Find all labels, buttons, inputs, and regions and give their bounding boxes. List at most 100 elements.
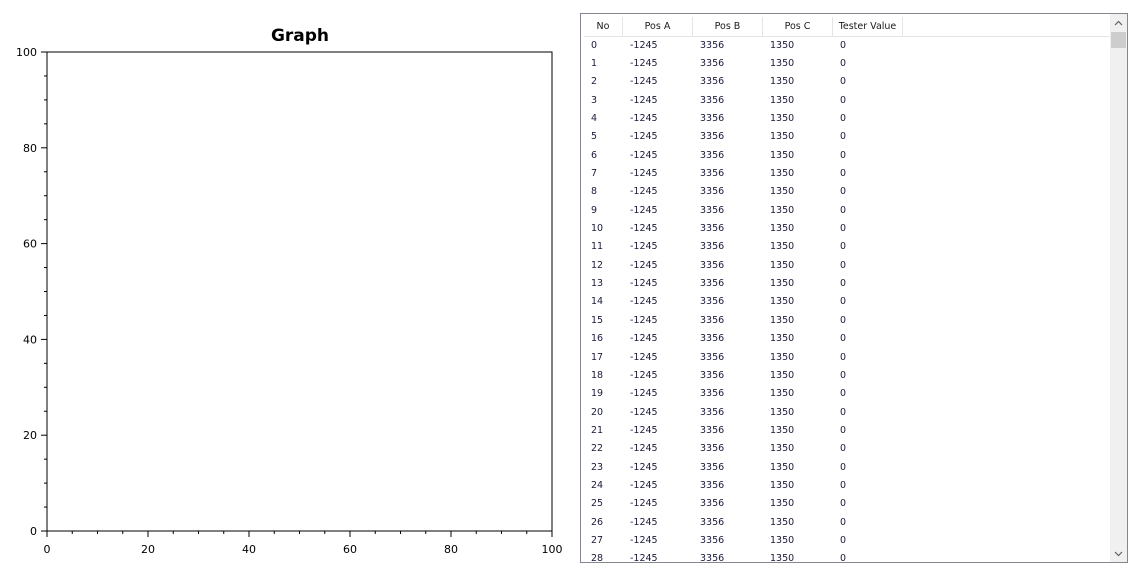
cell-pos-b: 3356 (700, 259, 725, 271)
cell-no: 28 (591, 553, 604, 562)
cell-pos-b: 3356 (700, 168, 725, 180)
cell-tester-value: 0 (840, 223, 847, 235)
y-tick-label: 80 (23, 142, 37, 155)
table-row[interactable]: 23 -1245 3356 1350 0 (584, 458, 1111, 476)
cell-no: 20 (591, 406, 604, 418)
cell-pos-c: 1350 (770, 223, 795, 235)
table-row[interactable]: 17 -1245 3356 1350 0 (584, 348, 1111, 366)
cell-no: 7 (591, 168, 598, 180)
data-list-view[interactable]: No Pos A Pos B Pos C Tester Value 0 -1245… (580, 13, 1128, 563)
cell-pos-a: -1245 (630, 76, 658, 88)
cell-tester-value: 0 (840, 58, 847, 70)
cell-pos-b: 3356 (700, 296, 725, 308)
cell-no: 26 (591, 516, 604, 528)
cell-tester-value: 0 (840, 553, 847, 562)
cell-pos-c: 1350 (770, 516, 795, 528)
cell-pos-b: 3356 (700, 314, 725, 326)
table-row[interactable]: 2 -1245 3356 1350 0 (584, 73, 1111, 91)
table-row[interactable]: 1 -1245 3356 1350 0 (584, 54, 1111, 72)
cell-pos-c: 1350 (770, 498, 795, 510)
cell-pos-b: 3356 (700, 534, 725, 546)
scrollbar-thumb[interactable] (1111, 32, 1126, 48)
cell-tester-value: 0 (840, 333, 847, 345)
x-tick-label: 20 (141, 543, 155, 556)
table-row[interactable]: 5 -1245 3356 1350 0 (584, 128, 1111, 146)
cell-pos-c: 1350 (770, 461, 795, 473)
cell-no: 14 (591, 296, 604, 308)
cell-pos-c: 1350 (770, 296, 795, 308)
table-row[interactable]: 4 -1245 3356 1350 0 (584, 109, 1111, 127)
cell-no: 4 (591, 113, 598, 125)
cell-pos-c: 1350 (770, 131, 795, 143)
cell-no: 13 (591, 278, 604, 290)
table-row[interactable]: 18 -1245 3356 1350 0 (584, 366, 1111, 384)
cell-no: 1 (591, 58, 598, 70)
table-row[interactable]: 15 -1245 3356 1350 0 (584, 311, 1111, 329)
table-row[interactable]: 8 -1245 3356 1350 0 (584, 183, 1111, 201)
cell-pos-c: 1350 (770, 424, 795, 436)
table-row[interactable]: 11 -1245 3356 1350 0 (584, 238, 1111, 256)
cell-no: 25 (591, 498, 604, 510)
table-row[interactable]: 22 -1245 3356 1350 0 (584, 440, 1111, 458)
graph-panel: Graph 0 20 40 60 80 100 0 20 40 60 80 100 (0, 0, 572, 566)
table-row[interactable]: 7 -1245 3356 1350 0 (584, 164, 1111, 182)
cell-pos-b: 3356 (700, 39, 725, 51)
cell-pos-b: 3356 (700, 479, 725, 491)
table-row[interactable]: 27 -1245 3356 1350 0 (584, 531, 1111, 549)
cell-tester-value: 0 (840, 131, 847, 143)
table-row[interactable]: 19 -1245 3356 1350 0 (584, 385, 1111, 403)
cell-pos-b: 3356 (700, 516, 725, 528)
cell-tester-value: 0 (840, 94, 847, 106)
cell-no: 23 (591, 461, 604, 473)
table-row[interactable]: 3 -1245 3356 1350 0 (584, 91, 1111, 109)
table-row[interactable]: 16 -1245 3356 1350 0 (584, 330, 1111, 348)
table-row[interactable]: 21 -1245 3356 1350 0 (584, 421, 1111, 439)
column-header-pos-c[interactable]: Pos C (763, 17, 833, 36)
table-row[interactable]: 25 -1245 3356 1350 0 (584, 495, 1111, 513)
table-row[interactable]: 6 -1245 3356 1350 0 (584, 146, 1111, 164)
cell-pos-b: 3356 (700, 223, 725, 235)
table-row[interactable]: 20 -1245 3356 1350 0 (584, 403, 1111, 421)
cell-pos-a: -1245 (630, 241, 658, 253)
table-row[interactable]: 13 -1245 3356 1350 0 (584, 274, 1111, 292)
table-row[interactable]: 26 -1245 3356 1350 0 (584, 513, 1111, 531)
cell-pos-c: 1350 (770, 369, 795, 381)
chevron-down-icon[interactable] (1110, 545, 1127, 562)
cell-pos-c: 1350 (770, 314, 795, 326)
table-row[interactable]: 9 -1245 3356 1350 0 (584, 201, 1111, 219)
plot-area (46, 51, 553, 532)
vertical-scrollbar[interactable] (1110, 14, 1127, 562)
cell-pos-b: 3356 (700, 406, 725, 418)
cell-pos-c: 1350 (770, 259, 795, 271)
cell-tester-value: 0 (840, 113, 847, 125)
cell-pos-b: 3356 (700, 443, 725, 455)
cell-pos-a: -1245 (630, 259, 658, 271)
cell-no: 8 (591, 186, 598, 198)
cell-pos-c: 1350 (770, 168, 795, 180)
table-row[interactable]: 14 -1245 3356 1350 0 (584, 293, 1111, 311)
table-row[interactable]: 24 -1245 3356 1350 0 (584, 476, 1111, 494)
chevron-up-icon[interactable] (1110, 14, 1127, 31)
cell-pos-c: 1350 (770, 534, 795, 546)
cell-no: 21 (591, 424, 604, 436)
table-row[interactable]: 10 -1245 3356 1350 0 (584, 219, 1111, 237)
y-tick-label: 100 (16, 46, 37, 59)
column-header-pos-b[interactable]: Pos B (693, 17, 763, 36)
cell-pos-b: 3356 (700, 58, 725, 70)
column-header-pos-a[interactable]: Pos A (623, 17, 693, 36)
cell-pos-c: 1350 (770, 149, 795, 161)
cell-pos-b: 3356 (700, 553, 725, 562)
cell-pos-c: 1350 (770, 204, 795, 216)
table-row[interactable]: 12 -1245 3356 1350 0 (584, 256, 1111, 274)
cell-pos-c: 1350 (770, 443, 795, 455)
column-header-tester-value[interactable]: Tester Value (833, 17, 903, 36)
x-tick-label: 40 (242, 543, 256, 556)
cell-no: 9 (591, 204, 598, 216)
column-header-no[interactable]: No (584, 17, 623, 36)
cell-tester-value: 0 (840, 241, 847, 253)
cell-tester-value: 0 (840, 39, 847, 51)
table-row[interactable]: 0 -1245 3356 1350 0 (584, 36, 1111, 54)
cell-tester-value: 0 (840, 443, 847, 455)
table-row[interactable]: 28 -1245 3356 1350 0 (584, 550, 1111, 562)
cell-tester-value: 0 (840, 351, 847, 363)
